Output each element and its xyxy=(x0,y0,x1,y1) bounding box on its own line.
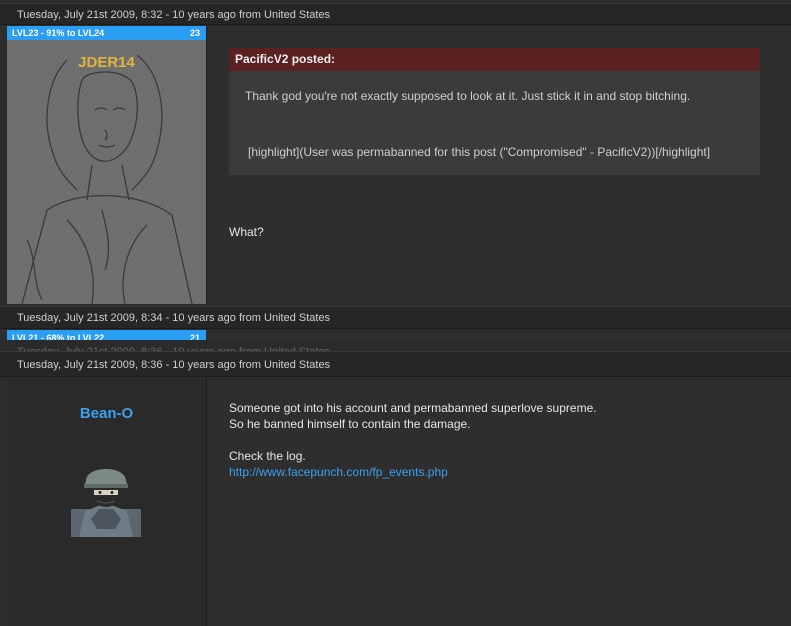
post-author-sidebar: Bean-O xyxy=(7,377,207,626)
message-line: Check the log. xyxy=(229,449,306,463)
post-body: PacificV2 posted: Thank god you're not e… xyxy=(207,26,791,304)
events-log-link[interactable]: http://www.facepunch.com/fp_events.php xyxy=(229,465,448,479)
post-body: Someone got into his account and permaba… xyxy=(207,377,791,626)
level-label: LVL21 - 68% to LVL22 xyxy=(12,333,105,340)
quote-text: Thank god you're not exactly supposed to… xyxy=(245,89,691,103)
avatar-sketch-image xyxy=(7,40,206,304)
username[interactable]: JDER14 xyxy=(7,54,206,71)
level-bar: LVL23 - 91% to LVL24 23 xyxy=(7,26,206,40)
post-timestamp-bar: Tuesday, July 21st 2009, 8:36 - 10 years… xyxy=(0,351,791,377)
overlap-strip: Tuesday, July 21st 2009, 8:36 - 10 years… xyxy=(0,340,791,351)
message-line: So he banned himself to contain the dama… xyxy=(229,417,471,431)
post-timestamp-bar: Tuesday, July 21st 2009, 8:34 - 10 years… xyxy=(0,306,791,329)
level-number: 23 xyxy=(189,28,200,38)
username[interactable]: Bean-O xyxy=(7,405,206,422)
level-bar-partial: LVL21 - 68% to LVL22 21 xyxy=(7,330,206,340)
post-author-sidebar: LVL23 - 91% to LVL24 23 JDER14 xyxy=(7,26,207,304)
post-message: Someone got into his account and permaba… xyxy=(229,400,597,480)
post-timestamp-bar: Tuesday, July 21st 2009, 8:32 - 10 years… xyxy=(0,3,791,25)
level-number: 21 xyxy=(189,333,200,340)
post-timestamp: Tuesday, July 21st 2009, 8:34 - 10 years… xyxy=(17,312,331,324)
quote-author: PacificV2 posted: xyxy=(229,48,760,71)
post-timestamp: Tuesday, July 21st 2009, 8:36 - 10 years… xyxy=(17,359,331,371)
quote-block: PacificV2 posted: Thank god you're not e… xyxy=(229,48,760,175)
avatar xyxy=(7,40,206,304)
post-message: What? xyxy=(229,225,264,239)
level-label: LVL23 - 91% to LVL24 xyxy=(12,28,105,38)
post-timestamp: Tuesday, July 21st 2009, 8:32 - 10 years… xyxy=(17,9,331,21)
soldier-avatar-icon xyxy=(71,467,141,537)
avatar xyxy=(71,459,141,537)
message-line: Someone got into his account and permaba… xyxy=(229,401,597,415)
quote-highlight-text: [highlight](User was permabanned for thi… xyxy=(248,145,711,159)
